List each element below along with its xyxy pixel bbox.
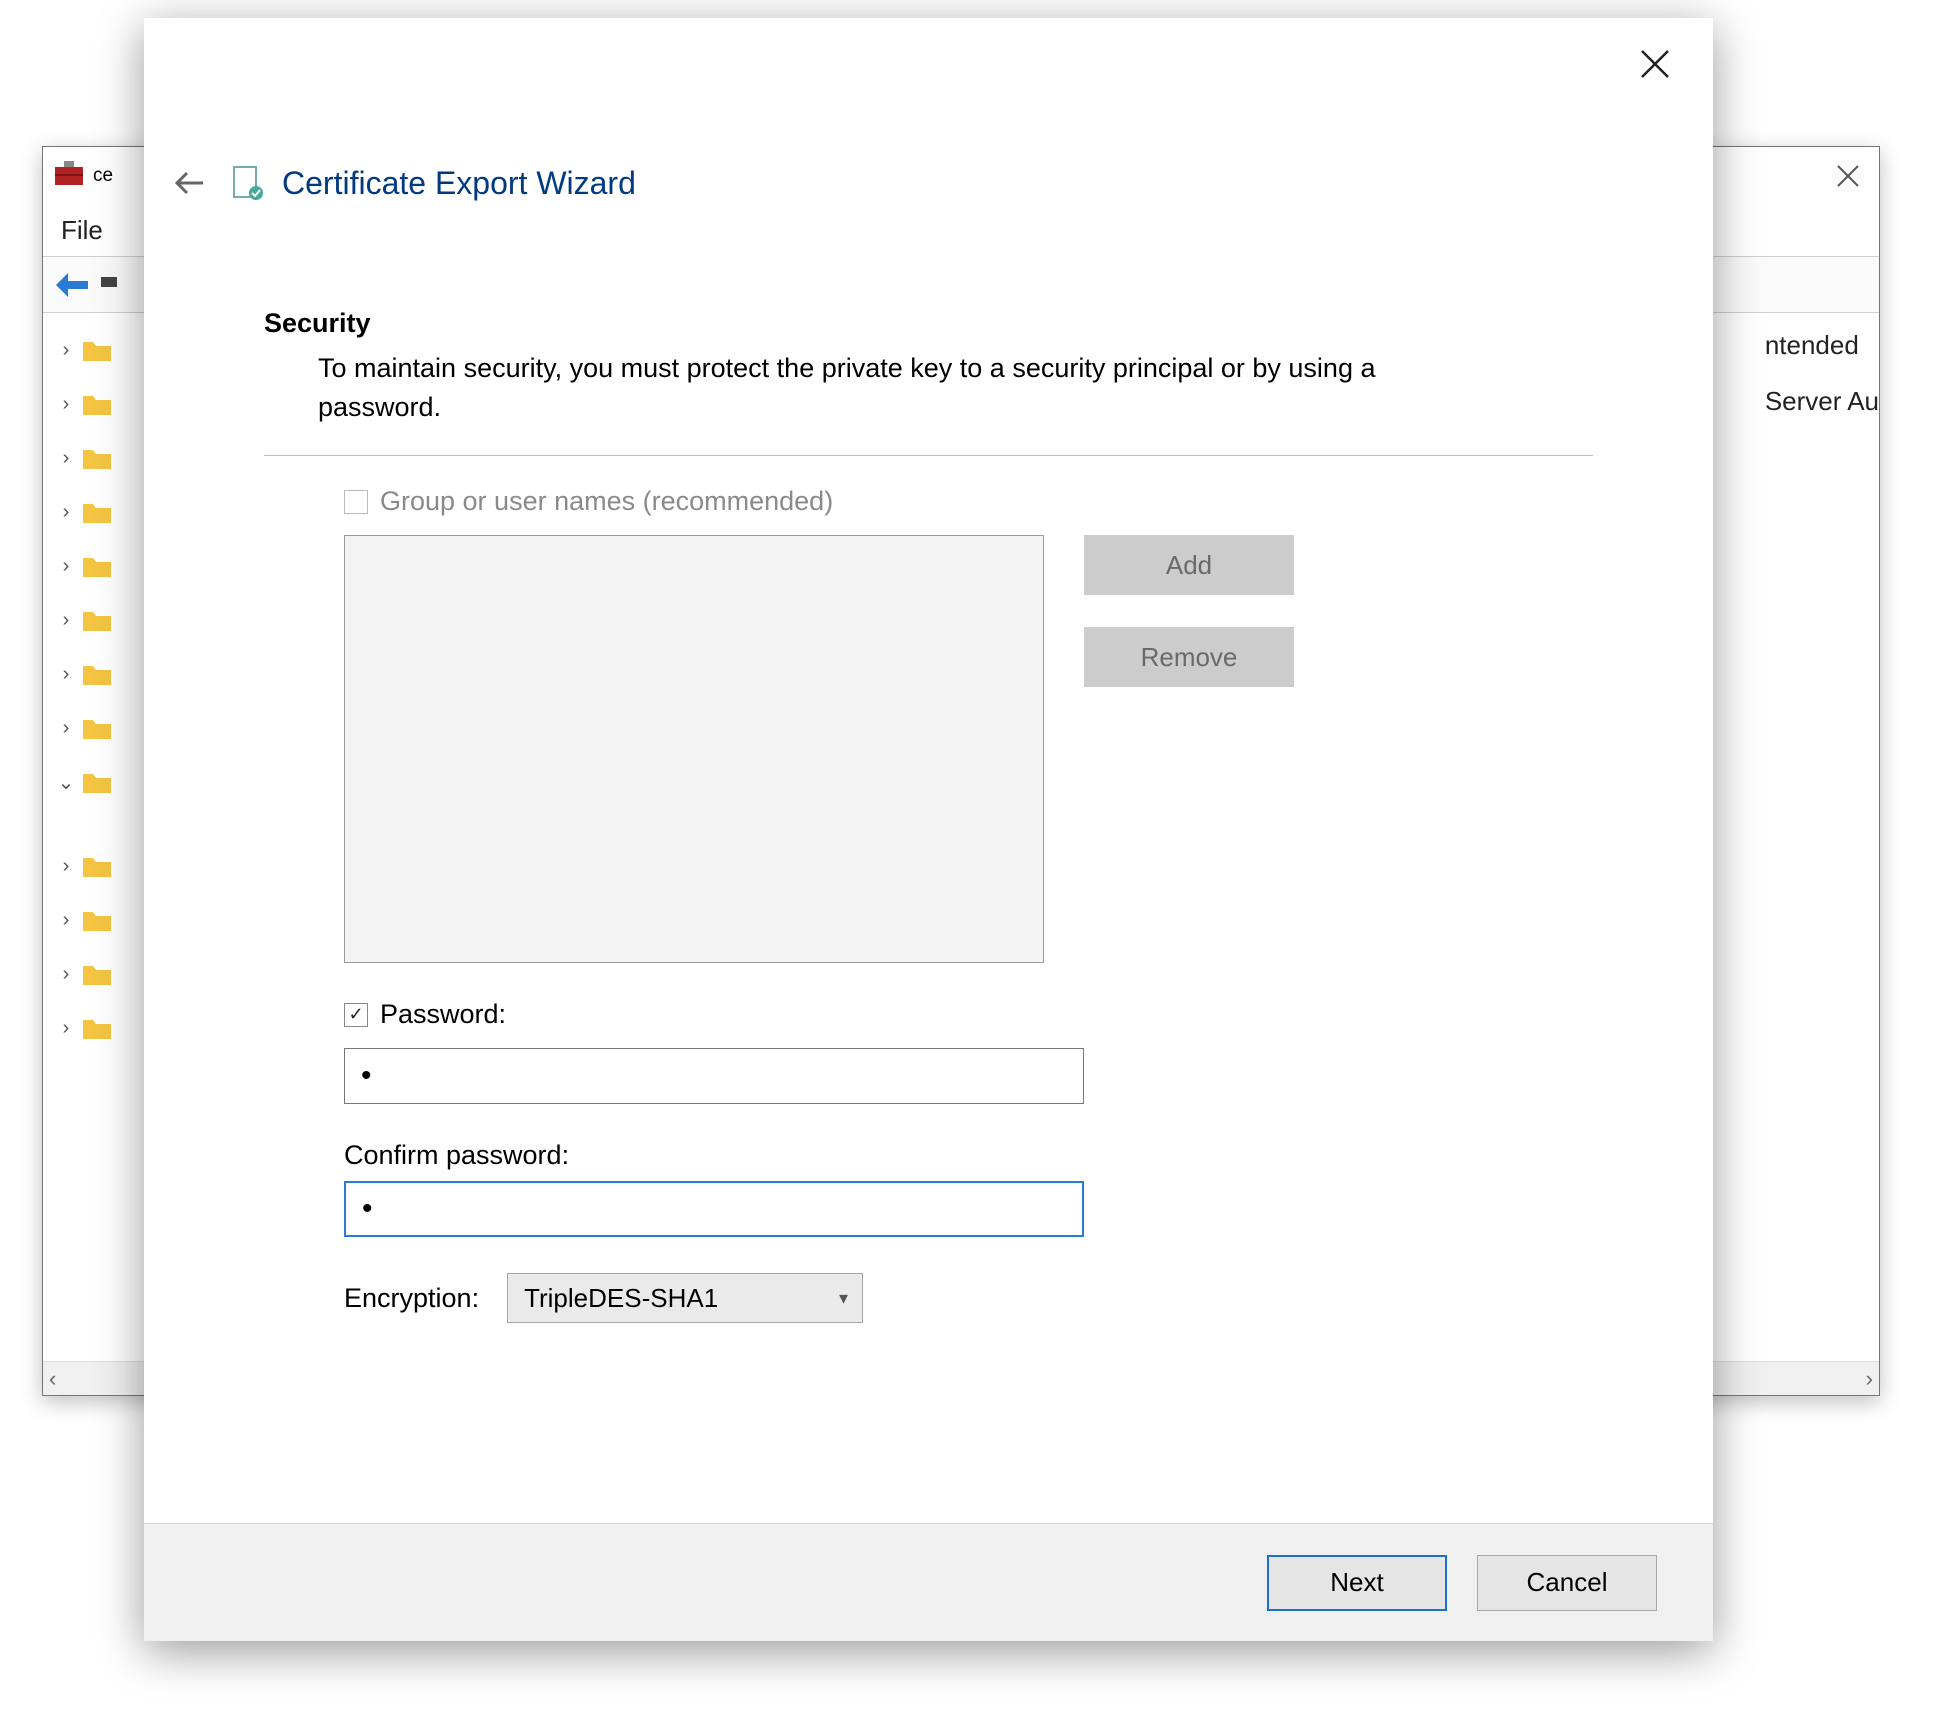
wizard-header: Certificate Export Wizard xyxy=(144,18,1713,228)
nav-back-icon[interactable] xyxy=(53,268,93,302)
wizard-close-button[interactable] xyxy=(1633,42,1677,86)
wizard-title: Certificate Export Wizard xyxy=(282,165,636,202)
checkbox-checked-icon[interactable] xyxy=(344,1003,368,1027)
certificate-export-wizard: Certificate Export Wizard Security To ma… xyxy=(144,18,1713,1641)
group-users-listbox xyxy=(344,535,1044,963)
col-cell-fragment: Server Au xyxy=(1765,373,1879,429)
add-button: Add xyxy=(1084,535,1294,595)
confirm-password-label: Confirm password: xyxy=(344,1140,1593,1171)
confirm-password-input[interactable] xyxy=(344,1181,1084,1237)
encryption-label: Encryption: xyxy=(344,1283,479,1314)
password-input[interactable] xyxy=(344,1048,1084,1104)
toolbox-icon xyxy=(55,161,83,191)
encryption-value: TripleDES-SHA1 xyxy=(524,1283,718,1314)
certificate-icon xyxy=(228,163,268,203)
password-label: Password: xyxy=(380,999,506,1030)
nav-fwd-icon[interactable] xyxy=(101,271,121,298)
chevron-down-icon: ▾ xyxy=(839,1288,848,1309)
password-option[interactable]: Password: xyxy=(344,999,1593,1030)
wizard-content: Security To maintain security, you must … xyxy=(144,228,1713,1323)
encryption-dropdown[interactable]: TripleDES-SHA1 ▾ xyxy=(507,1273,863,1323)
bg-title: ce xyxy=(93,165,113,187)
col-header-fragment: ntended xyxy=(1765,317,1879,373)
next-button[interactable]: Next xyxy=(1267,1555,1447,1611)
wizard-title-row: Certificate Export Wizard xyxy=(228,163,636,203)
right-column-peek: ntended Server Au xyxy=(1765,313,1879,429)
cancel-button[interactable]: Cancel xyxy=(1477,1555,1657,1611)
scroll-left-icon[interactable]: ‹ xyxy=(49,1366,56,1392)
section-heading: Security xyxy=(264,308,1593,339)
group-users-option[interactable]: Group or user names (recommended) xyxy=(344,486,1593,517)
remove-button: Remove xyxy=(1084,627,1294,687)
wizard-back-button[interactable] xyxy=(172,165,208,201)
scroll-right-icon[interactable]: › xyxy=(1866,1366,1873,1392)
section-subtext: To maintain security, you must protect t… xyxy=(264,349,1484,427)
group-users-label: Group or user names (recommended) xyxy=(380,486,833,517)
menu-file[interactable]: File xyxy=(61,215,103,246)
bg-close-button[interactable] xyxy=(1831,159,1865,193)
wizard-footer: Next Cancel xyxy=(144,1523,1713,1641)
checkbox-unchecked-icon[interactable] xyxy=(344,490,368,514)
divider xyxy=(264,455,1593,456)
